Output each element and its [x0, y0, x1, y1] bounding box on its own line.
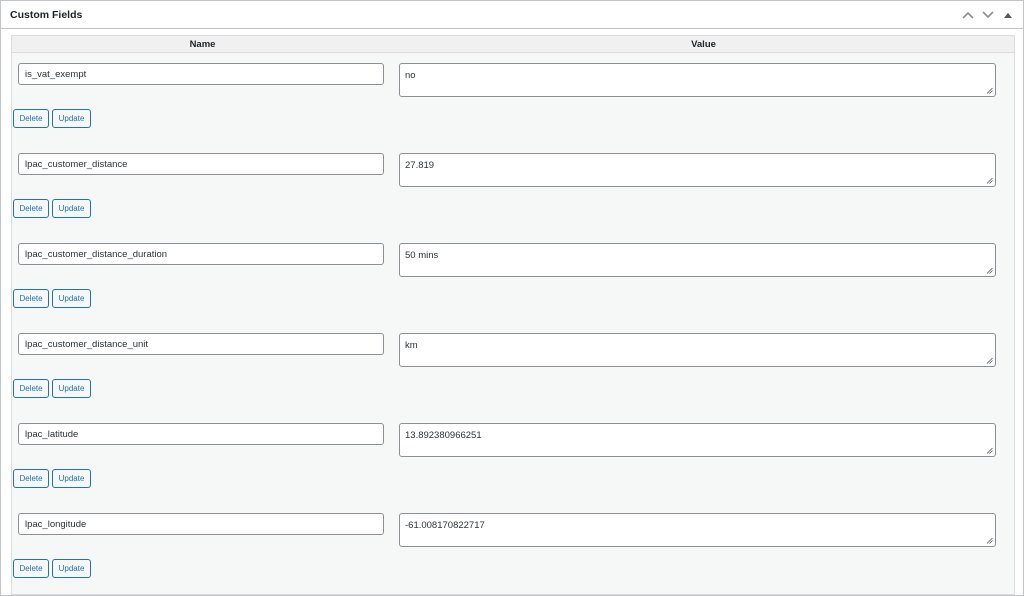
field-value-text: 13.892380966251	[405, 430, 482, 441]
resize-grip-icon[interactable]	[986, 537, 993, 544]
field-value-text: no	[405, 70, 416, 81]
field-name-input[interactable]: lpac_longitude	[18, 513, 384, 535]
delete-button[interactable]: Delete	[13, 199, 49, 218]
resize-grip-icon[interactable]	[986, 447, 993, 454]
field-value-textarea[interactable]: 27.819	[399, 153, 996, 187]
delete-button[interactable]: Delete	[13, 109, 49, 128]
field-value-text: 50 mins	[405, 250, 439, 261]
custom-fields-panel: Custom Fields Name Value is_vat_exempt no…	[0, 0, 1024, 596]
table-row: lpac_longitude -61.008170822717 Delete Upda…	[12, 503, 1014, 593]
resize-grip-icon[interactable]	[986, 177, 993, 184]
table-row: is_vat_exempt no Delete Update	[12, 53, 1014, 143]
panel-header: Custom Fields	[1, 1, 1023, 29]
field-value-textarea[interactable]: -61.008170822717	[399, 513, 996, 547]
delete-button[interactable]: Delete	[13, 289, 49, 308]
update-button[interactable]: Update	[52, 469, 91, 488]
field-value-text: km	[405, 340, 418, 351]
field-name-input[interactable]: is_vat_exempt	[18, 63, 384, 85]
column-header-name: Name	[189, 38, 216, 50]
field-value-textarea[interactable]: no	[399, 63, 996, 97]
update-button[interactable]: Update	[52, 199, 91, 218]
field-name-input[interactable]: lpac_customer_distance_unit	[18, 333, 384, 355]
delete-button[interactable]: Delete	[13, 559, 49, 578]
custom-fields-list: is_vat_exempt no Delete Update lpac_customer…	[12, 53, 1014, 593]
field-value-text: -61.008170822717	[405, 520, 485, 531]
delete-button[interactable]: Delete	[13, 379, 49, 398]
panel-title: Custom Fields	[10, 8, 83, 21]
resize-grip-icon[interactable]	[986, 267, 993, 274]
field-name-input[interactable]: lpac_latitude	[18, 423, 384, 445]
resize-grip-icon[interactable]	[986, 87, 993, 94]
field-name-input[interactable]: lpac_customer_distance_duration	[18, 243, 384, 265]
field-value-textarea[interactable]: 13.892380966251	[399, 423, 996, 457]
field-value-textarea[interactable]: km	[399, 333, 996, 367]
update-button[interactable]: Update	[52, 289, 91, 308]
table-header: Name Value	[12, 36, 1014, 53]
table-row: lpac_customer_distance_duration 50 mins De…	[12, 233, 1014, 323]
column-header-value: Value	[691, 38, 716, 50]
field-value-textarea[interactable]: 50 mins	[399, 243, 996, 277]
delete-button[interactable]: Delete	[13, 469, 49, 488]
table-row: lpac_latitude 13.892380966251 Delete Update	[12, 413, 1014, 503]
custom-fields-table: Name Value is_vat_exempt no Delete Update lp…	[11, 35, 1015, 595]
field-value-text: 27.819	[405, 160, 435, 171]
panel-handle-actions	[961, 8, 1015, 22]
field-name-input[interactable]: lpac_customer_distance	[18, 153, 384, 175]
update-button[interactable]: Update	[52, 109, 91, 128]
chevron-down-icon[interactable]	[981, 8, 995, 22]
chevron-up-icon[interactable]	[961, 8, 975, 22]
resize-grip-icon[interactable]	[986, 357, 993, 364]
update-button[interactable]: Update	[52, 379, 91, 398]
table-row: lpac_customer_distance 27.819 Delete Update	[12, 143, 1014, 233]
caret-up-icon[interactable]	[1001, 8, 1015, 22]
update-button[interactable]: Update	[52, 559, 91, 578]
table-row: lpac_customer_distance_unit km Delete Updat…	[12, 323, 1014, 413]
